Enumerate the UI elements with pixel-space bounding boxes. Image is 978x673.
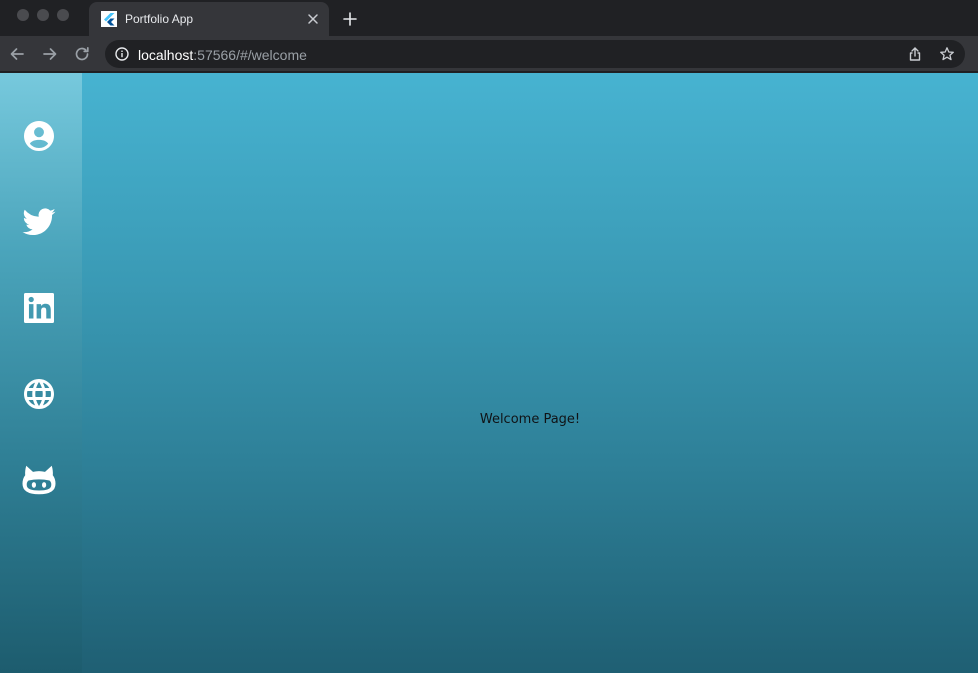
url-host: localhost xyxy=(138,47,194,63)
linkedin-icon xyxy=(24,293,54,323)
sidebar-item-twitter[interactable] xyxy=(18,201,60,243)
tab-title: Portfolio App xyxy=(125,12,194,26)
window-zoom-dot[interactable] xyxy=(57,9,69,21)
address-bar[interactable]: localhost:57566/#/welcome xyxy=(105,40,965,68)
new-tab-icon[interactable] xyxy=(342,11,358,27)
browser-toolbar: localhost:57566/#/welcome xyxy=(0,36,978,72)
welcome-text: Welcome Page! xyxy=(479,411,581,427)
browser-tab[interactable]: Portfolio App xyxy=(89,2,329,36)
url-path: :57566/#/welcome xyxy=(193,47,307,63)
flutter-favicon-icon xyxy=(101,11,117,27)
main-content: Welcome Page! xyxy=(82,73,978,673)
browser-tab-strip: Portfolio App xyxy=(0,0,978,36)
forward-arrow-icon[interactable] xyxy=(41,45,59,63)
sidebar xyxy=(0,73,82,673)
reload-icon[interactable] xyxy=(73,45,91,63)
sidebar-item-linkedin[interactable] xyxy=(18,287,60,329)
close-tab-icon[interactable] xyxy=(306,12,320,26)
window-minimize-dot[interactable] xyxy=(37,9,49,21)
window-close-dot[interactable] xyxy=(17,9,29,21)
twitter-icon xyxy=(22,208,56,236)
site-info-icon[interactable] xyxy=(115,47,129,61)
url-text[interactable]: localhost:57566/#/welcome xyxy=(138,47,307,63)
account-circle-icon xyxy=(24,121,54,151)
github-icon xyxy=(22,465,56,495)
sidebar-item-profile[interactable] xyxy=(18,115,60,157)
share-icon[interactable] xyxy=(907,46,923,62)
bookmark-star-icon[interactable] xyxy=(939,46,955,62)
back-arrow-icon[interactable] xyxy=(8,45,26,63)
sidebar-item-website[interactable] xyxy=(18,373,60,415)
sidebar-item-github[interactable] xyxy=(18,459,60,501)
globe-icon xyxy=(24,379,54,409)
app-viewport: Welcome Page! xyxy=(0,73,978,673)
